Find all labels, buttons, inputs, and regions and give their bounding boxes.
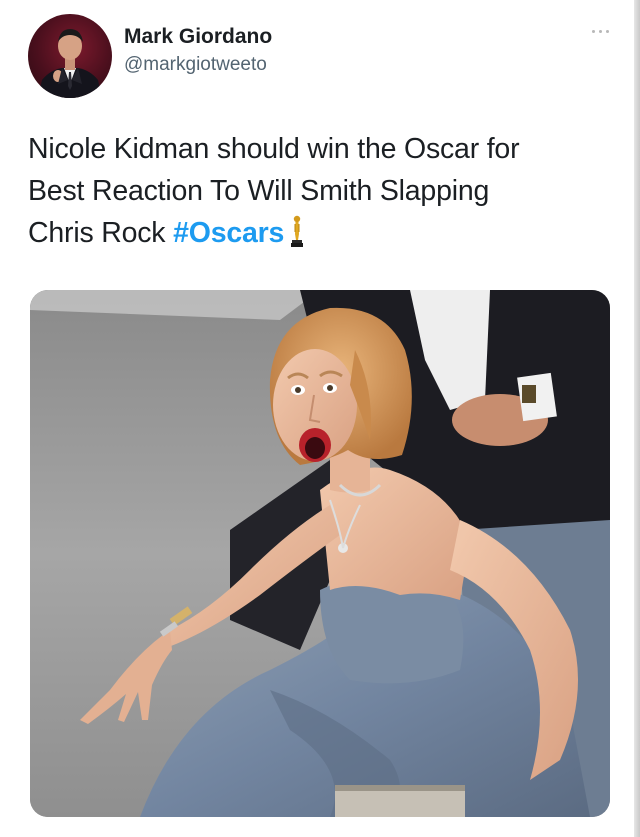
tweet-text: Nicole Kidman should win the Oscar for B… — [28, 128, 613, 254]
screen-edge-shadow — [634, 0, 640, 837]
tweet-text-line-1: Nicole Kidman should win the Oscar for — [28, 133, 520, 165]
tweet-text-line-2: Best Reaction To Will Smith Slapping — [28, 175, 490, 207]
hashtag-link[interactable]: #Oscars — [173, 217, 284, 249]
avatar[interactable] — [28, 14, 112, 98]
user-info: Mark Giordano @markgiotweeto — [124, 24, 272, 78]
display-name[interactable]: Mark Giordano — [124, 24, 272, 50]
tweet-photo[interactable] — [30, 290, 610, 817]
person-portrait-avatar-icon — [38, 29, 102, 98]
ellipsis-icon[interactable] — [592, 26, 614, 36]
oscar-trophy-emoji-icon — [291, 215, 304, 247]
user-handle[interactable]: @markgiotweeto — [124, 52, 272, 78]
tweet-text-line-3-prefix: Chris Rock — [28, 217, 174, 249]
tweet-text-line-3: Chris Rock #Oscars — [28, 212, 613, 254]
photo-image — [30, 290, 610, 817]
tweet-header: Mark Giordano @markgiotweeto — [28, 14, 620, 98]
